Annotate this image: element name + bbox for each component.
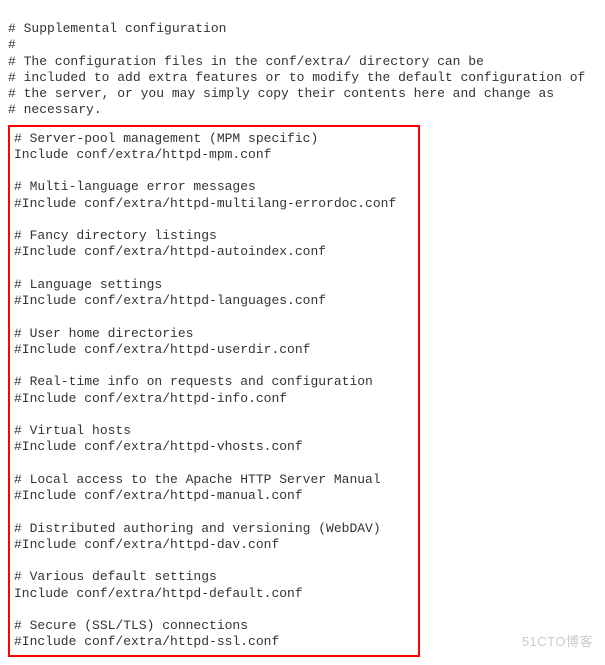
highlighted-config-block: # Server-pool management (MPM specific) … [8,125,420,657]
config-directives: # Server-pool management (MPM specific) … [14,131,414,651]
watermark-label: 51CTO博客 [522,634,593,650]
intro-comment-block: # Supplemental configuration # # The con… [8,21,597,119]
